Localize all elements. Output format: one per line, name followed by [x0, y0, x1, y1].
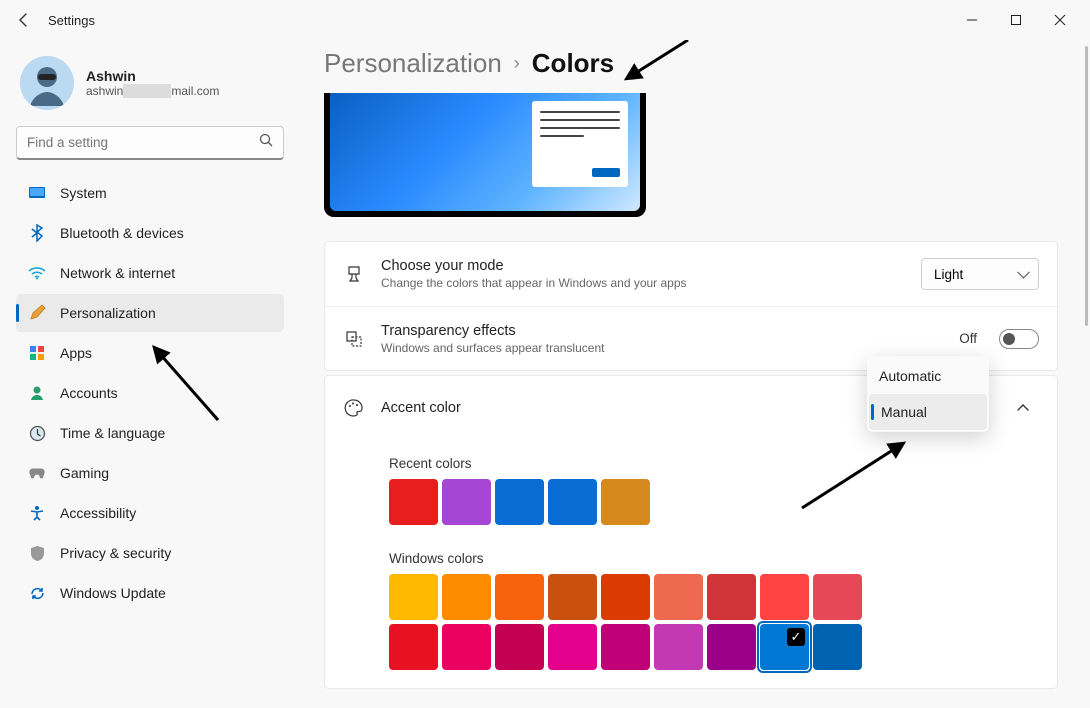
choose-mode-row: Choose your mode Change the colors that …	[325, 242, 1057, 306]
transparency-title: Transparency effects	[381, 323, 943, 339]
desktop-preview	[324, 93, 646, 217]
transparency-state: Off	[959, 331, 977, 346]
apps-icon	[28, 344, 46, 362]
color-swatch[interactable]	[389, 479, 438, 525]
color-swatch[interactable]	[813, 624, 862, 670]
mode-select[interactable]: Light	[921, 258, 1039, 290]
breadcrumb: Personalization › Colors	[324, 48, 1086, 79]
window-title: Settings	[48, 13, 95, 28]
privacy-icon	[28, 544, 46, 562]
transparency-sub: Windows and surfaces appear translucent	[381, 341, 943, 355]
accessibility-icon	[28, 504, 46, 522]
user-name: Ashwin	[86, 68, 219, 84]
choose-mode-title: Choose your mode	[381, 258, 905, 274]
minimize-button[interactable]	[950, 4, 994, 36]
sidebar-item-label: Accounts	[60, 385, 118, 401]
sidebar-item-label: Gaming	[60, 465, 109, 481]
sidebar-item-label: Bluetooth & devices	[60, 225, 184, 241]
color-swatch[interactable]	[707, 624, 756, 670]
accent-mode-dropdown: AutomaticManual	[867, 356, 989, 432]
scrollbar[interactable]	[1080, 40, 1090, 708]
sidebar-item-apps[interactable]: Apps	[16, 334, 284, 372]
color-swatch[interactable]	[707, 574, 756, 620]
sidebar-item-label: System	[60, 185, 107, 201]
sidebar-item-label: Network & internet	[60, 265, 175, 281]
gaming-icon	[28, 464, 46, 482]
color-swatch[interactable]	[548, 624, 597, 670]
check-icon: ✓	[787, 628, 805, 646]
recent-colors-row	[389, 479, 869, 525]
accent-mode-option[interactable]: Manual	[869, 394, 987, 430]
palette-icon	[343, 398, 365, 418]
transparency-toggle[interactable]	[999, 329, 1039, 349]
color-swatch[interactable]	[495, 574, 544, 620]
search-input[interactable]	[16, 126, 284, 160]
user-email: ashwinxxxxxxxxmail.com	[86, 84, 219, 98]
sidebar-item-bluetooth[interactable]: Bluetooth & devices	[16, 214, 284, 252]
personalization-icon	[28, 304, 46, 322]
maximize-button[interactable]	[994, 4, 1038, 36]
color-swatch[interactable]	[760, 574, 809, 620]
avatar	[20, 56, 74, 110]
color-swatch[interactable]	[813, 574, 862, 620]
accent-mode-option[interactable]: Automatic	[867, 358, 989, 394]
choose-mode-sub: Change the colors that appear in Windows…	[381, 276, 905, 290]
color-swatch[interactable]	[389, 624, 438, 670]
accounts-icon	[28, 384, 46, 402]
color-swatch[interactable]	[654, 624, 703, 670]
color-swatch[interactable]	[548, 479, 597, 525]
color-swatch[interactable]	[601, 624, 650, 670]
sidebar-item-label: Windows Update	[60, 585, 166, 601]
recent-colors-label: Recent colors	[389, 456, 1039, 471]
color-swatch[interactable]	[654, 574, 703, 620]
color-swatch[interactable]	[495, 624, 544, 670]
breadcrumb-current: Colors	[532, 48, 614, 79]
accent-color-title: Accent color	[381, 400, 855, 416]
color-swatch[interactable]	[442, 624, 491, 670]
sidebar-item-label: Time & language	[60, 425, 165, 441]
sidebar-item-label: Accessibility	[60, 505, 136, 521]
color-swatch[interactable]	[548, 574, 597, 620]
bluetooth-icon	[28, 224, 46, 242]
network-icon	[28, 264, 46, 282]
sidebar-item-accessibility[interactable]: Accessibility	[16, 494, 284, 532]
sidebar-item-personalization[interactable]: Personalization	[16, 294, 284, 332]
color-swatch[interactable]	[601, 574, 650, 620]
brush-icon	[343, 265, 365, 283]
system-icon	[28, 184, 46, 202]
sidebar-item-label: Personalization	[60, 305, 156, 321]
sidebar-item-label: Apps	[60, 345, 92, 361]
transparency-icon	[343, 330, 365, 348]
back-button[interactable]	[8, 4, 40, 36]
search-icon	[259, 133, 274, 153]
sidebar-item-time[interactable]: Time & language	[16, 414, 284, 452]
color-swatch[interactable]	[442, 479, 491, 525]
accent-collapse-button[interactable]	[1007, 392, 1039, 424]
color-swatch[interactable]	[495, 479, 544, 525]
color-swatch[interactable]: ✓	[760, 624, 809, 670]
color-swatch[interactable]	[442, 574, 491, 620]
breadcrumb-parent[interactable]: Personalization	[324, 48, 502, 79]
sidebar-item-accounts[interactable]: Accounts	[16, 374, 284, 412]
time-icon	[28, 424, 46, 442]
windows-colors-grid: ✓	[389, 574, 869, 670]
close-button[interactable]	[1038, 4, 1082, 36]
color-swatch[interactable]	[389, 574, 438, 620]
chevron-right-icon: ›	[514, 53, 520, 74]
sidebar-item-label: Privacy & security	[60, 545, 171, 561]
color-swatch[interactable]	[601, 479, 650, 525]
nav-list: System Bluetooth & devices Network & inter…	[16, 174, 284, 612]
update-icon	[28, 584, 46, 602]
sidebar-item-gaming[interactable]: Gaming	[16, 454, 284, 492]
sidebar-item-network[interactable]: Network & internet	[16, 254, 284, 292]
sidebar-item-privacy[interactable]: Privacy & security	[16, 534, 284, 572]
windows-colors-label: Windows colors	[389, 551, 1039, 566]
sidebar-item-update[interactable]: Windows Update	[16, 574, 284, 612]
sidebar-item-system[interactable]: System	[16, 174, 284, 212]
user-profile[interactable]: Ashwin ashwinxxxxxxxxmail.com	[16, 48, 284, 126]
